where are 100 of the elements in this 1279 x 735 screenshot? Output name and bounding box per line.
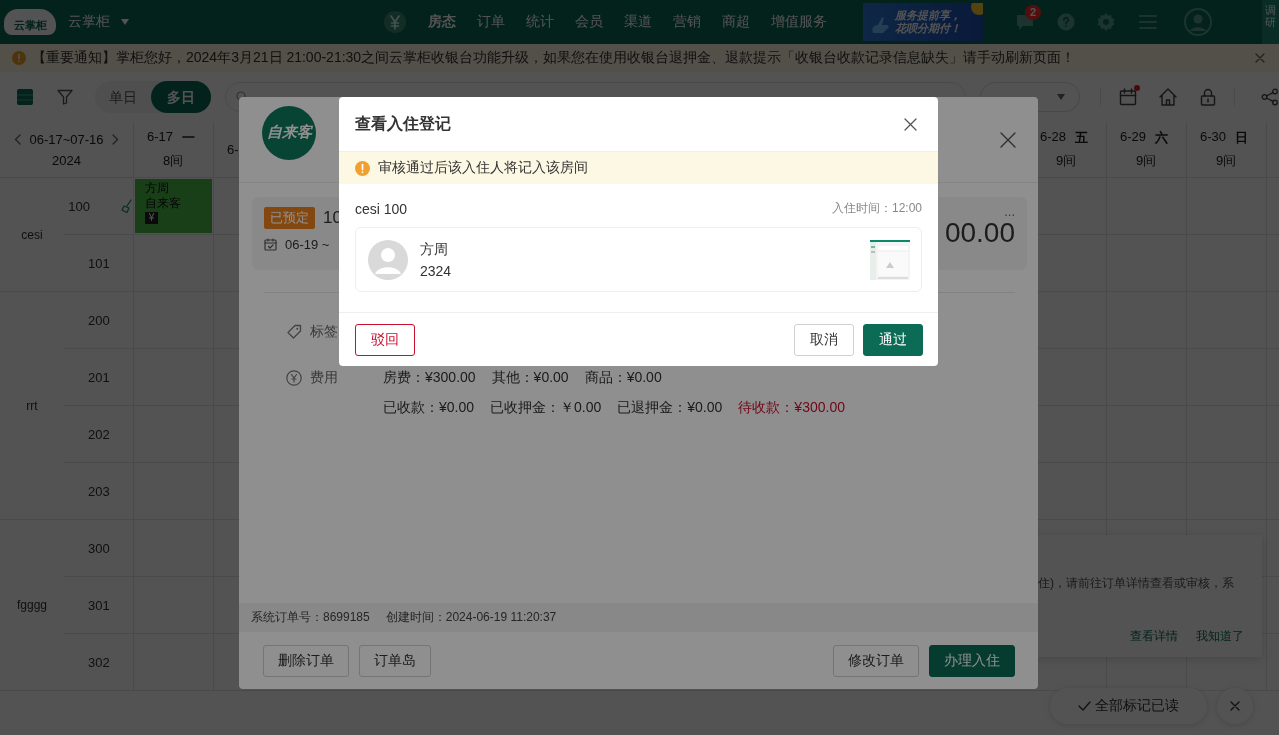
nav-tab[interactable]: 营销 — [673, 13, 701, 31]
filter-icon[interactable] — [57, 89, 73, 105]
close-icon[interactable] — [1000, 131, 1016, 148]
weekday-label: 五 — [1075, 129, 1089, 147]
promo-banner[interactable]: 服务提前享， 花呗分期付！ — [863, 3, 983, 41]
yen-icon[interactable] — [383, 10, 407, 34]
room-number: 300 — [88, 540, 110, 556]
source-logo: 自来客 — [262, 105, 316, 160]
toast-link[interactable]: 查看详情 — [1130, 628, 1178, 645]
room-number: 202 — [88, 426, 110, 442]
warning-text: 审核通过后该入住人将记入该房间 — [378, 159, 588, 177]
fee-item: 商品：¥0.00 — [584, 369, 662, 387]
year-label: 2024 — [52, 152, 81, 168]
booking-source: 自来客 — [145, 196, 182, 211]
room-count: 9间 — [1136, 152, 1157, 170]
share-icon[interactable] — [1261, 88, 1279, 106]
check-in-button[interactable]: 办理入住 — [929, 644, 1015, 677]
avatar-icon[interactable] — [1184, 8, 1212, 36]
fee-item: 其他：¥0.00 — [491, 369, 569, 387]
cancel-button[interactable]: 取消 — [794, 323, 854, 356]
menu-icon[interactable] — [1139, 15, 1157, 29]
weekday-label: 六 — [1155, 129, 1169, 147]
notice-text: 【重要通知】掌柜您好，2024年3月21日 21:00-21:30之间云掌柜收银台功能升级，如果您在使用收银台退押金、退款提示「收银台收款记录信息缺失」请手动刷新页面！ — [32, 49, 1077, 67]
nav-tab[interactable]: 渠道 — [624, 13, 652, 31]
day-date: 6-30 — [1200, 129, 1227, 146]
room-number: 203 — [88, 483, 110, 499]
weekday-label: 日 — [1235, 129, 1249, 147]
room-number: 301 — [88, 597, 110, 613]
date-range: 06-17~07-16 — [29, 131, 104, 147]
nav-tab[interactable]: 房态 — [428, 13, 456, 31]
nav-tab[interactable]: 商超 — [722, 13, 750, 31]
check-icon — [1078, 701, 1091, 711]
banner-text: 服务提前享， — [895, 9, 962, 22]
app-logo[interactable]: 云掌柜 — [4, 9, 56, 35]
room-count: 8间 — [163, 152, 184, 170]
fee-item: 房费：¥300.00 — [383, 369, 476, 387]
day-date: 6-29 — [1120, 129, 1147, 146]
checkin-time: 入住时间：12:00 — [831, 200, 922, 217]
created-time: 创建时间：2024-06-19 11:20:37 — [385, 609, 557, 626]
toast-link[interactable]: 我知道了 — [1196, 628, 1244, 645]
fee-item: 已收款：¥0.00 — [383, 399, 475, 417]
calendar-check-icon — [264, 238, 277, 251]
room-number: 200 — [88, 312, 110, 328]
field-label: 标签 — [310, 323, 338, 341]
nav-tab[interactable]: 订单 — [477, 13, 505, 31]
fee-item: 已退押金：¥0.00 — [617, 399, 723, 417]
room-number: 100 — [68, 198, 90, 214]
warning-icon — [355, 160, 370, 176]
view-tab[interactable]: 多日 — [151, 81, 211, 113]
stay-dates: 06-19 ~ — [285, 237, 330, 252]
close-icon — [1230, 701, 1240, 711]
room-label: cesi 100 — [355, 200, 408, 217]
close-button[interactable] — [1217, 688, 1253, 724]
banner-text: 花呗分期付！ — [895, 22, 962, 35]
order-number: 系统订单号：8699185 — [251, 609, 370, 626]
action-button[interactable]: 删除订单 — [263, 644, 349, 677]
nav-tab[interactable]: 统计 — [526, 13, 554, 31]
room-count: 9间 — [1216, 152, 1237, 170]
more-menu[interactable]: ... — [1004, 207, 1015, 217]
action-button[interactable]: 修改订单 — [833, 644, 919, 677]
close-icon[interactable] — [904, 117, 917, 131]
chevron-right-icon[interactable] — [111, 133, 119, 145]
room-type-label: cesi — [21, 227, 43, 242]
chevron-left-icon[interactable] — [14, 133, 22, 145]
room-count: 9间 — [1056, 152, 1077, 170]
warning-icon — [12, 51, 26, 65]
approve-button[interactable]: 通过 — [863, 323, 923, 356]
count-badge: 2 — [1025, 5, 1042, 20]
caret-icon — [1057, 94, 1065, 100]
room-number: 101 — [88, 255, 110, 271]
room-number: 201 — [88, 369, 110, 385]
guest-card[interactable]: 方周 2324 — [355, 227, 922, 292]
calendar-icon[interactable] — [1119, 88, 1137, 106]
day-date: 6-17 — [147, 129, 174, 146]
yen-circle-icon — [286, 370, 302, 386]
field-label: 费用 — [310, 369, 338, 387]
settings-icon[interactable] — [1096, 12, 1116, 32]
help-icon[interactable] — [1057, 13, 1075, 31]
layers-icon[interactable] — [17, 89, 33, 105]
fee-item: 已收押金：￥0.00 — [490, 399, 602, 417]
home-icon[interactable] — [1158, 87, 1178, 107]
day-date: 6- — [227, 142, 239, 157]
guest-id: 2324 — [420, 262, 453, 279]
tag-icon — [286, 324, 302, 340]
nav-tab[interactable]: 会员 — [575, 13, 603, 31]
dialog-title: 查看入住登记 — [355, 113, 451, 134]
fee-item: 待收款：¥300.00 — [738, 399, 845, 417]
avatar-icon — [368, 239, 408, 280]
mark-all-read-button[interactable]: 全部标记已读 — [1050, 688, 1207, 724]
action-button[interactable]: 订单岛 — [359, 644, 431, 677]
payment-mark: ¥ — [145, 212, 158, 224]
store-name[interactable]: 云掌柜 — [68, 13, 110, 31]
guest-name: 方周 — [420, 240, 449, 259]
room-type-label: fgggg — [17, 598, 47, 612]
day-date: 6-28 — [1040, 129, 1067, 146]
room-number: 302 — [88, 654, 110, 670]
caret-icon[interactable] — [120, 18, 130, 26]
nav-tab[interactable]: 增值服务 — [771, 13, 827, 31]
lock-icon[interactable] — [1200, 88, 1216, 106]
reject-button[interactable]: 驳回 — [355, 323, 415, 356]
